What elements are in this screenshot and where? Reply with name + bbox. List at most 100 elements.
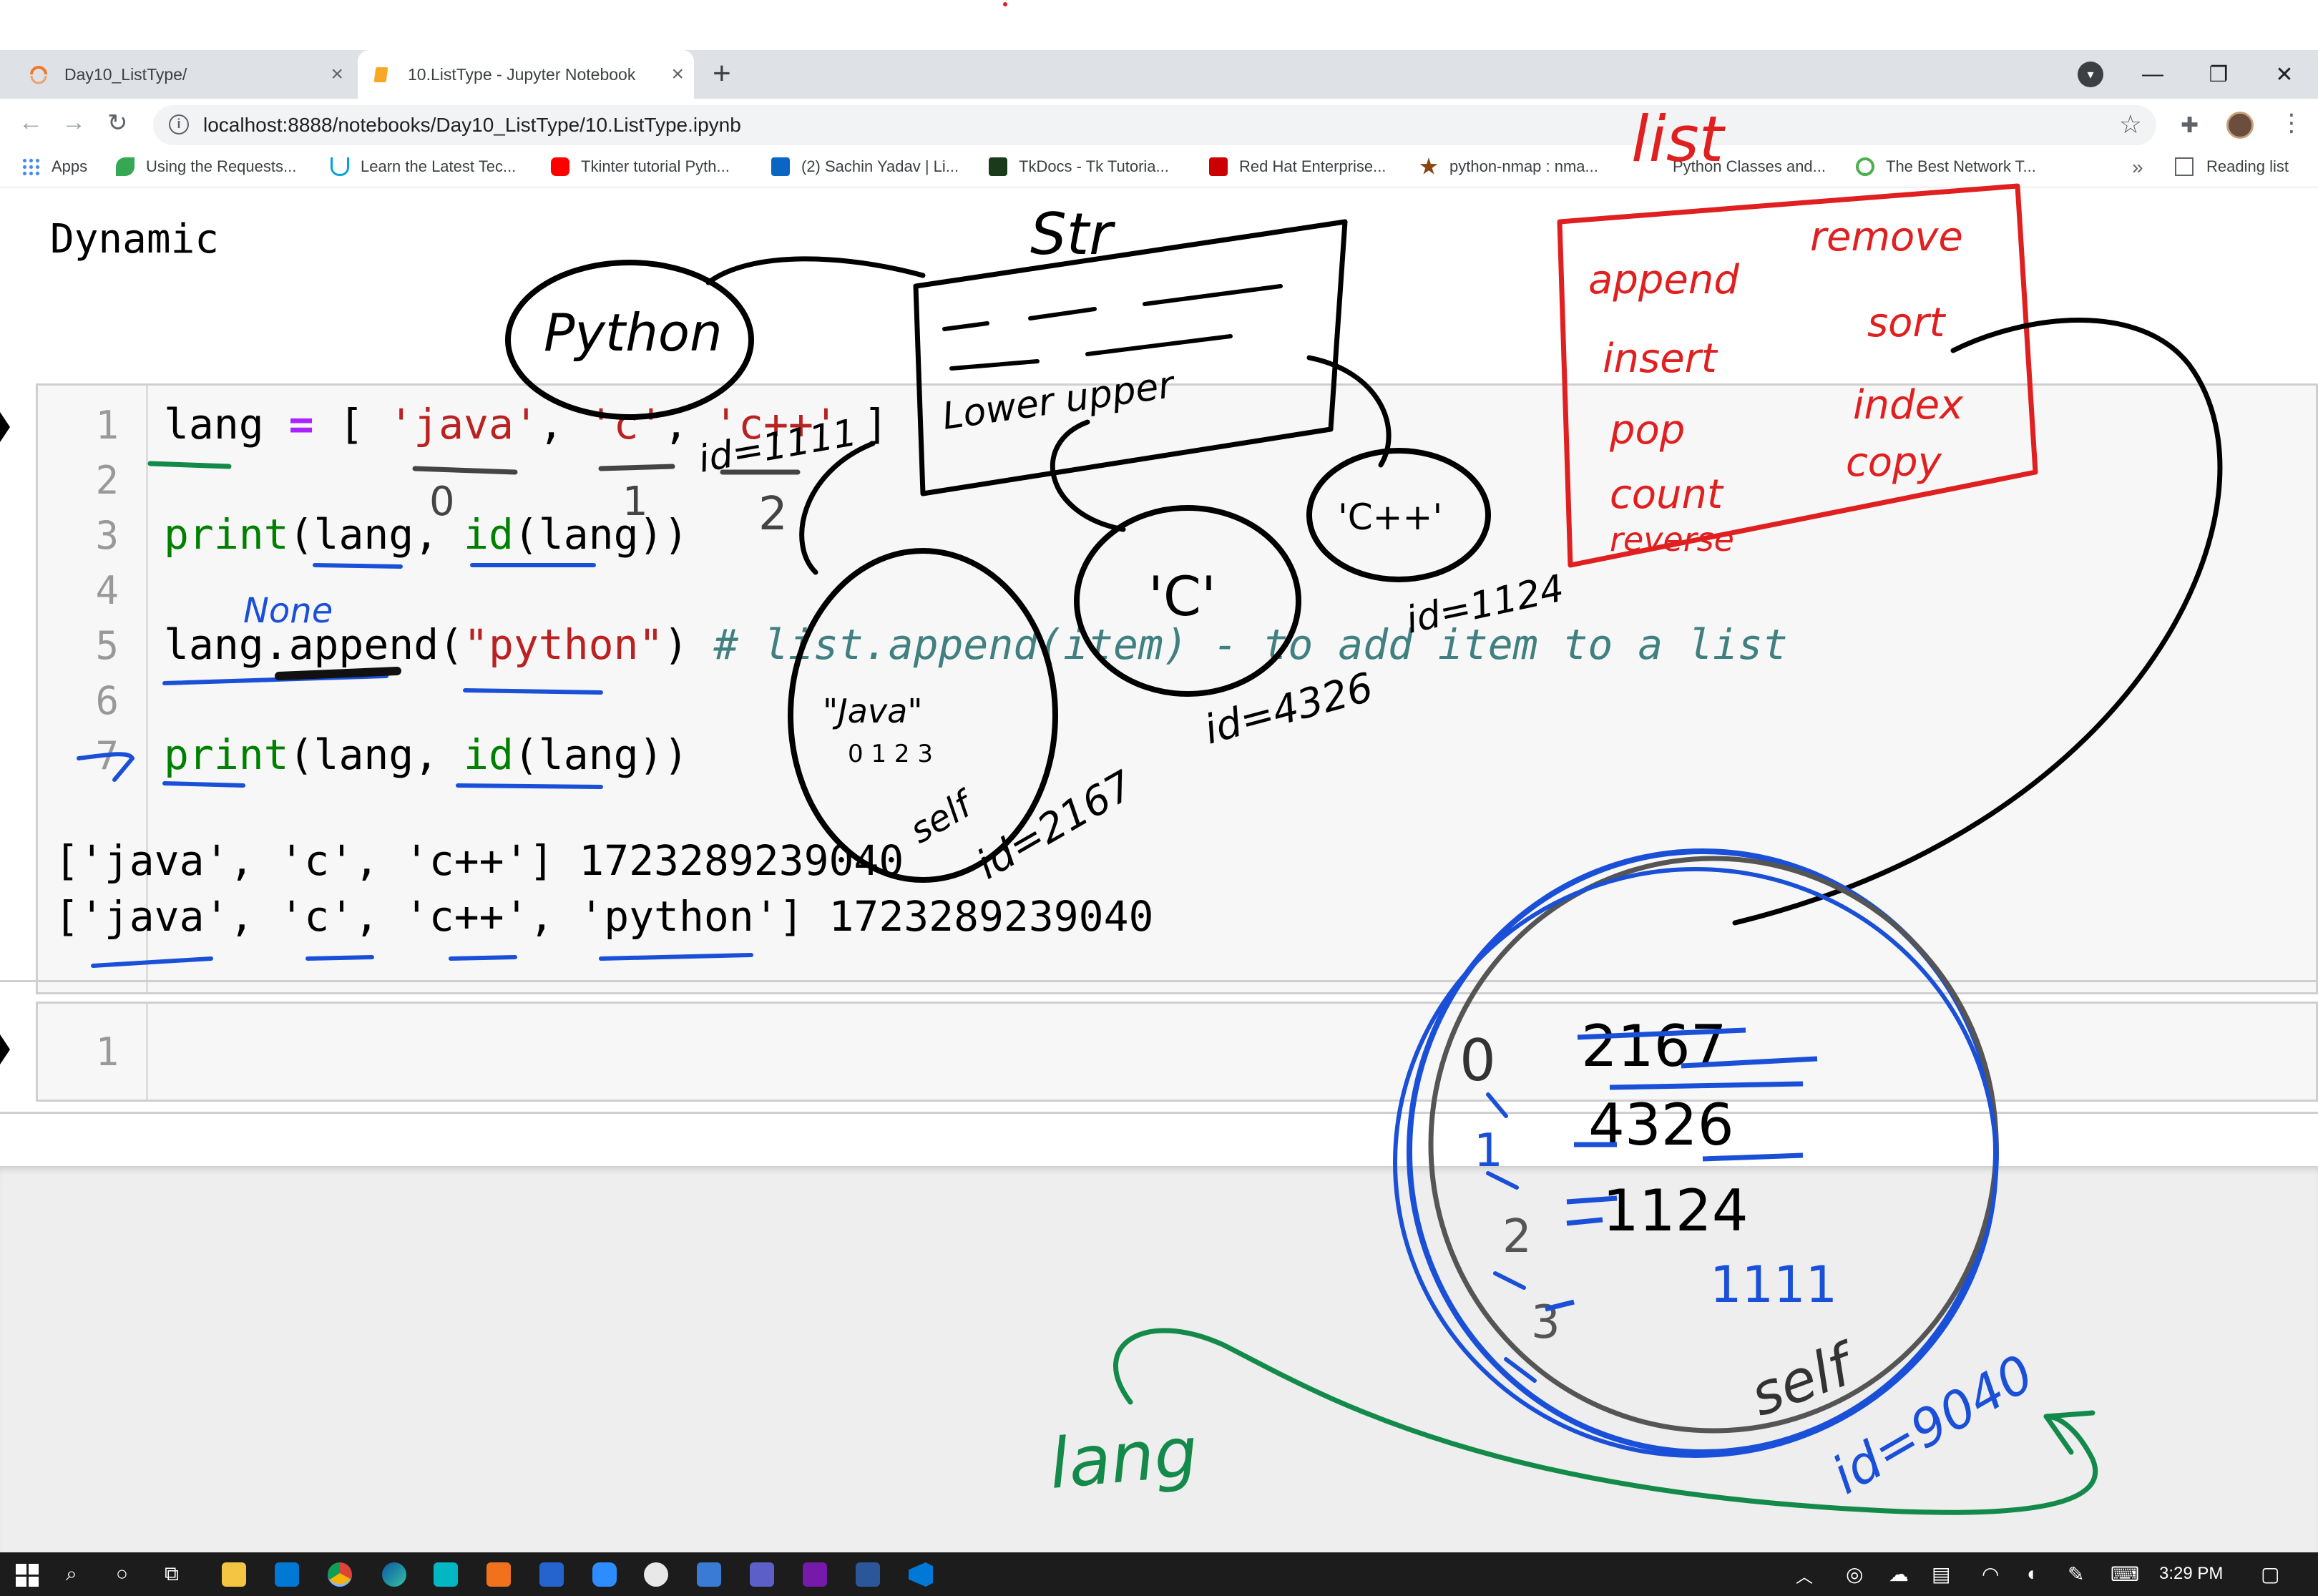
onenote-icon[interactable] [803,1562,827,1587]
bookmark-apps[interactable]: Apps [21,157,87,176]
jupyter-icon [29,64,49,84]
reading-list-icon [2175,157,2194,176]
outlook-icon[interactable] [275,1562,299,1587]
bookmark-star-icon[interactable]: ☆ [2119,109,2142,139]
new-tab-icon[interactable]: + [713,56,731,92]
code-line-7[interactable]: print(lang, id(lang)) [164,730,688,779]
meet-now-icon[interactable]: ◎ [1846,1562,1863,1586]
mail-icon[interactable] [697,1562,721,1587]
line-number: 1 [95,403,119,448]
file-explorer-icon[interactable] [222,1562,246,1587]
powershell-icon[interactable] [856,1562,880,1587]
apps-grid-icon [21,157,40,176]
back-icon[interactable]: ← [19,109,43,137]
line-number: 4 [95,568,119,613]
onedrive-icon[interactable]: ☁ [1889,1562,1909,1586]
star-bookmark-icon [1419,157,1438,175]
linkedin-icon [771,157,790,176]
pen-icon[interactable]: ✎ [2068,1562,2084,1586]
youtube-icon [551,157,569,176]
vscode-icon[interactable] [909,1562,933,1587]
bookmark-tkdocs[interactable]: TkDocs - Tk Tutoria... [989,157,1169,176]
search-icon[interactable]: ⌕ [66,1562,77,1586]
volume-icon[interactable]: ◖ [2025,1562,2037,1585]
tab-title: 10.ListType - Jupyter Notebook [408,64,636,84]
chevron-up-icon[interactable]: ︿ [1796,1562,1813,1587]
code-line-5[interactable]: lang.append("python") # list.append(item… [164,620,1788,669]
notebook-background [0,1166,2318,1552]
red-ink-dot [1003,2,1007,6]
reload-icon[interactable]: ↻ [107,109,128,137]
bookmark-python-classes[interactable]: Python Classes and... [1643,157,1826,176]
restore-icon[interactable]: ❐ [2188,50,2249,99]
udemy-icon [331,157,349,176]
leaf-icon [116,157,135,176]
code-line-3[interactable]: print(lang, id(lang)) [164,510,688,559]
line-number: 7 [95,733,119,778]
minimize-icon[interactable]: — [2122,50,2183,99]
edge-icon[interactable] [382,1562,406,1587]
bookmark-udemy[interactable]: Learn the Latest Tec... [331,157,516,176]
extensions-icon[interactable]: ✚ [2181,113,2199,138]
tab-search-icon[interactable]: ▾ [2078,62,2103,87]
cell-divider [0,980,2318,982]
url-text: localhost:8888/notebooks/Day10_ListType/… [203,114,741,136]
teams-icon[interactable] [750,1562,774,1587]
notebook-area: Dynamic 1 2 3 4 5 6 7 lang = [ 'java', '… [0,187,2318,1166]
todo-icon[interactable] [539,1562,564,1587]
more-menu-icon[interactable]: ⋮ [2279,109,2304,137]
output-line: ['java', 'c', 'c++'] 1723289239040 [54,836,904,885]
bookmark-network[interactable]: The Best Network T... [1856,157,2036,176]
line-number: 2 [95,458,119,503]
line-number: 6 [95,678,119,723]
output-line: ['java', 'c', 'c++', 'python'] 172328923… [54,892,1154,941]
app-icon[interactable] [486,1562,511,1587]
address-bar[interactable]: i localhost:8888/notebooks/Day10_ListTyp… [153,105,2156,145]
redhat-icon [1209,157,1228,176]
bookmarks-bar: Apps Using the Requests... Learn the Lat… [0,152,2318,187]
code-cell-2[interactable]: 1 [36,1002,2318,1102]
cell-output: ['java', 'c', 'c++'] 1723289239040 ['jav… [54,833,1153,944]
notifications-icon[interactable]: ▢ [2261,1562,2279,1586]
network-tray-icon[interactable]: ▤ [1932,1562,1950,1586]
zoom-icon[interactable] [592,1562,617,1587]
bookmark-linkedin[interactable]: (2) Sachin Yadav | Li... [771,157,959,176]
notebook-icon [372,64,392,84]
info-icon[interactable]: i [169,114,189,134]
bookmark-redhat[interactable]: Red Hat Enterprise... [1209,157,1386,176]
close-window-icon[interactable]: ✕ [2254,50,2315,99]
cortana-icon[interactable]: ○ [116,1562,128,1585]
browser-toolbar: ← → ↻ i localhost:8888/notebooks/Day10_L… [0,99,2318,152]
chrome-icon[interactable] [328,1562,352,1587]
store-icon[interactable] [434,1562,458,1587]
keyboard-icon[interactable]: ⌨ [2111,1562,2139,1586]
clock[interactable]: 3:29 PM [2159,1564,2223,1584]
bookmark-nmap[interactable]: python-nmap : nma... [1419,157,1598,176]
close-tab-icon[interactable]: × [671,62,684,87]
bookmark-tkinter[interactable]: Tkinter tutorial Pyth... [551,157,730,176]
network-icon [1856,157,1874,176]
close-tab-icon[interactable]: × [331,62,343,87]
tab-title: Day10_ListType/ [64,64,187,84]
windows-start-icon[interactable] [16,1564,39,1587]
reading-list-button[interactable]: Reading list [2175,157,2289,176]
forward-icon[interactable]: → [62,109,86,137]
wifi-icon[interactable]: ◠ [1982,1562,1999,1586]
more-bookmarks-icon[interactable]: » [2132,156,2143,179]
tab-bar: Day10_ListType/ × 10.ListType - Jupyter … [0,50,2318,99]
avatar[interactable] [2226,112,2254,139]
tab-jupyter-notebook[interactable]: 10.ListType - Jupyter Notebook × [358,50,694,99]
python-icon [1643,157,1661,176]
line-number: 5 [95,623,119,668]
slack-icon[interactable] [644,1562,668,1587]
cell-divider [0,1112,2318,1114]
cell-prompt-marker [0,412,10,442]
tkdocs-icon [989,157,1007,176]
task-view-icon[interactable]: ⧉ [165,1562,179,1586]
line-number: 3 [95,513,119,558]
bookmark-requests[interactable]: Using the Requests... [116,157,296,176]
line-number: 1 [95,1029,119,1074]
tab-day10-listtype[interactable]: Day10_ListType/ × [10,50,353,99]
code-line-1[interactable]: lang = [ 'java', 'c', 'c++' ] [164,400,889,449]
taskbar: ⌕ ○ ⧉ ︿ ◎ ☁ ▤ ◠ ◖ ✎ ⌨ 3:29 PM ▢ [0,1552,2318,1596]
